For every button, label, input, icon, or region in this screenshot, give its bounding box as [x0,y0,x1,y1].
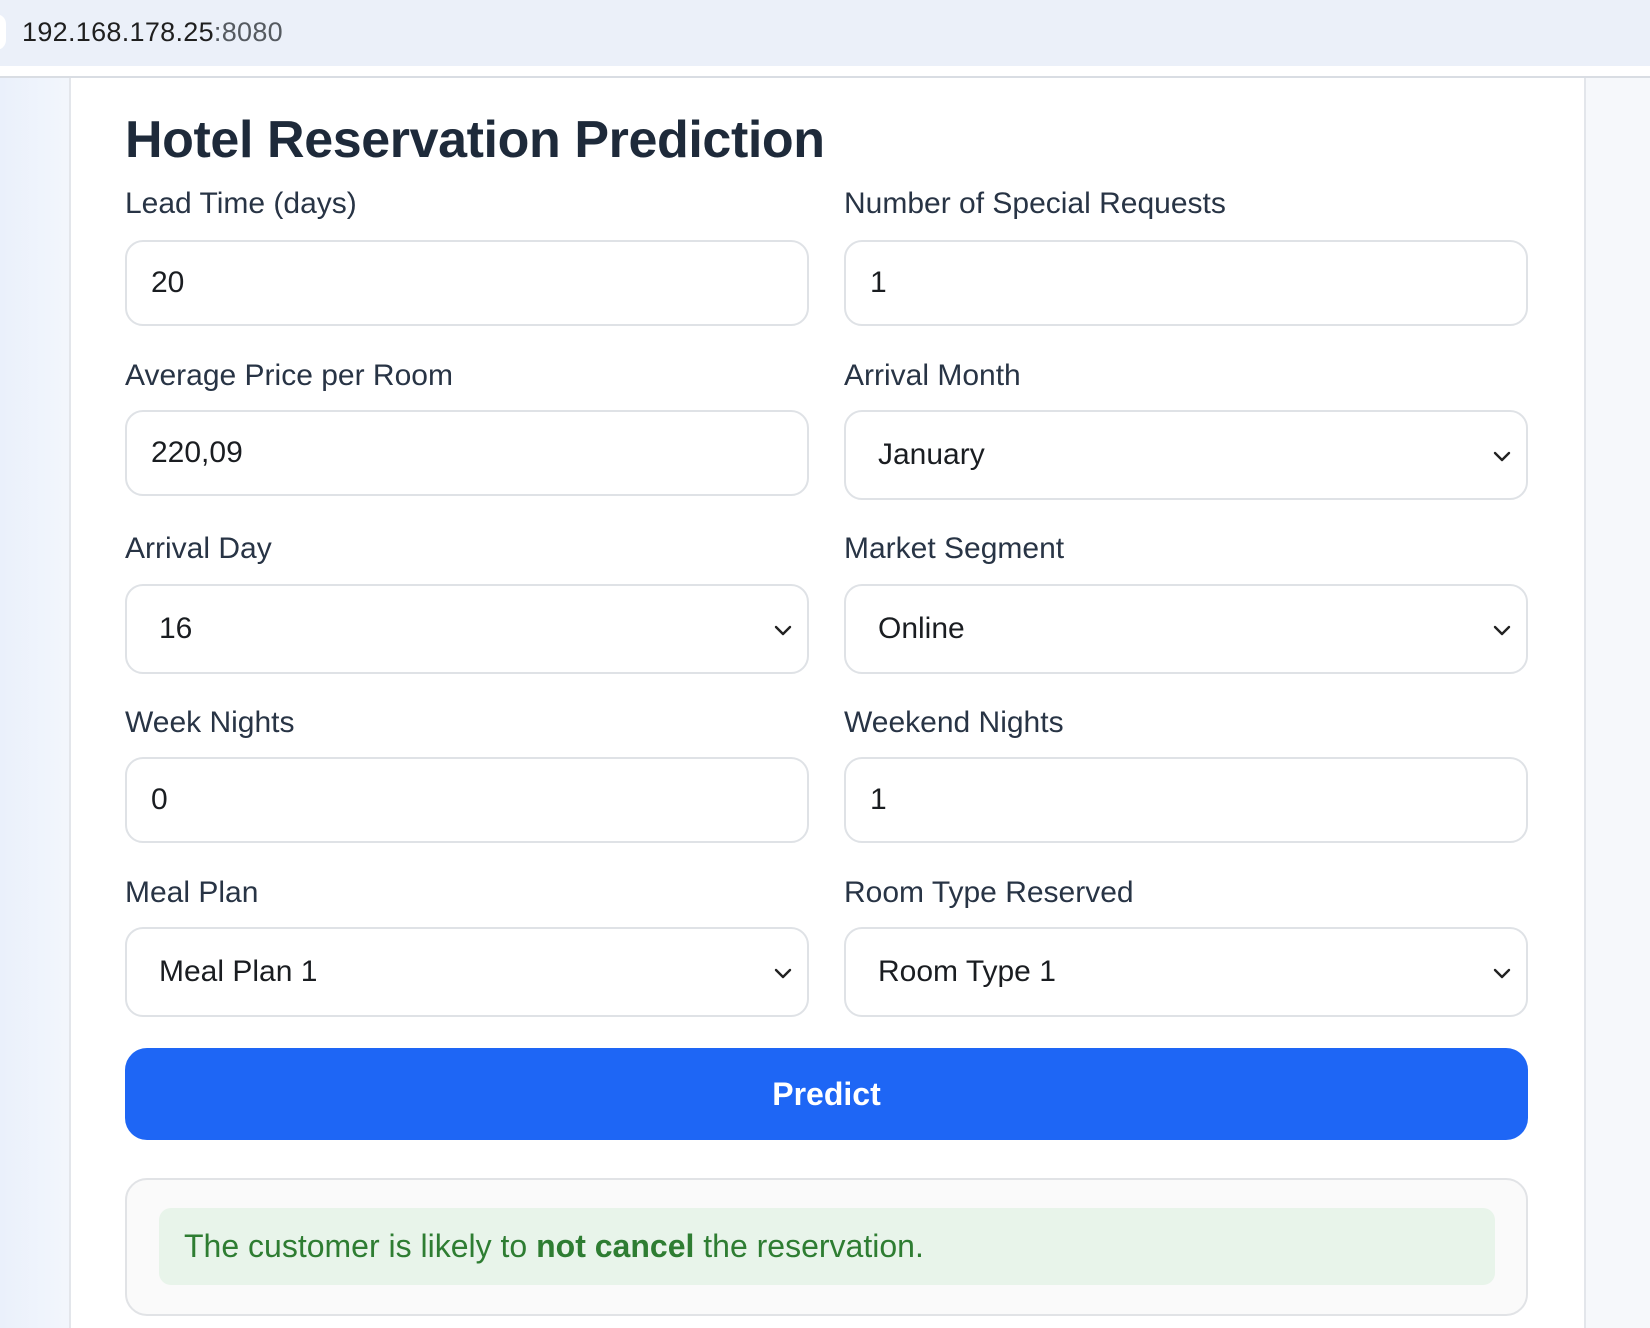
room-type-select[interactable]: Room Type 1 [844,927,1528,1017]
arrival-day-select[interactable]: 16 [125,584,809,674]
weekend-nights-input[interactable]: 1 [844,757,1528,843]
lead-time-label: Lead Time (days) [125,187,357,220]
browser-address-bar[interactable]: 192.168.178.25:8080 [0,0,1650,66]
url-port: :8080 [213,17,283,47]
meal-plan-value: Meal Plan 1 [159,955,318,988]
room-type-value: Room Type 1 [878,955,1056,988]
toolbar-divider [0,66,1650,78]
special-requests-label: Number of Special Requests [844,187,1226,220]
meal-plan-label: Meal Plan [125,876,259,909]
week-nights-label: Week Nights [125,706,295,739]
result-suffix: the reservation. [694,1228,924,1264]
arrival-month-label: Arrival Month [844,359,1021,392]
result-emphasis: not cancel [536,1228,695,1264]
arrival-month-value: January [878,438,985,471]
lead-time-input[interactable]: 20 [125,240,809,326]
special-requests-value: 1 [870,266,887,299]
url-text[interactable]: 192.168.178.25:8080 [22,14,283,50]
arrival-day-label: Arrival Day [125,532,272,565]
result-text: The customer is likely to not cancel the… [184,1208,924,1285]
market-segment-label: Market Segment [844,532,1065,565]
weekend-nights-label: Weekend Nights [844,706,1064,739]
week-nights-value: 0 [151,783,168,816]
chevron-down-icon [1493,625,1511,636]
avg-price-input[interactable]: 220,09 [125,410,809,496]
predict-button[interactable]: Predict [125,1048,1528,1140]
weekend-nights-value: 1 [870,783,887,816]
room-type-label: Room Type Reserved [844,876,1134,909]
url-host: 192.168.178.25 [22,17,214,47]
avg-price-value: 220,09 [151,436,243,469]
result-alert: The customer is likely to not cancel the… [159,1208,1495,1285]
site-info-icon[interactable] [0,14,6,50]
market-segment-select[interactable]: Online [844,584,1528,674]
week-nights-input[interactable]: 0 [125,757,809,843]
page-title: Hotel Reservation Prediction [125,111,825,169]
chevron-down-icon [774,968,792,979]
chevron-down-icon [1493,451,1511,462]
chevron-down-icon [774,625,792,636]
arrival-day-value: 16 [159,612,193,645]
lead-time-value: 20 [151,266,185,299]
meal-plan-select[interactable]: Meal Plan 1 [125,927,809,1017]
result-prefix: The customer is likely to [184,1228,537,1264]
market-segment-value: Online [878,612,965,645]
chevron-down-icon [1493,968,1511,979]
avg-price-label: Average Price per Room [125,359,453,392]
arrival-month-select[interactable]: January [844,410,1528,500]
special-requests-input[interactable]: 1 [844,240,1528,326]
